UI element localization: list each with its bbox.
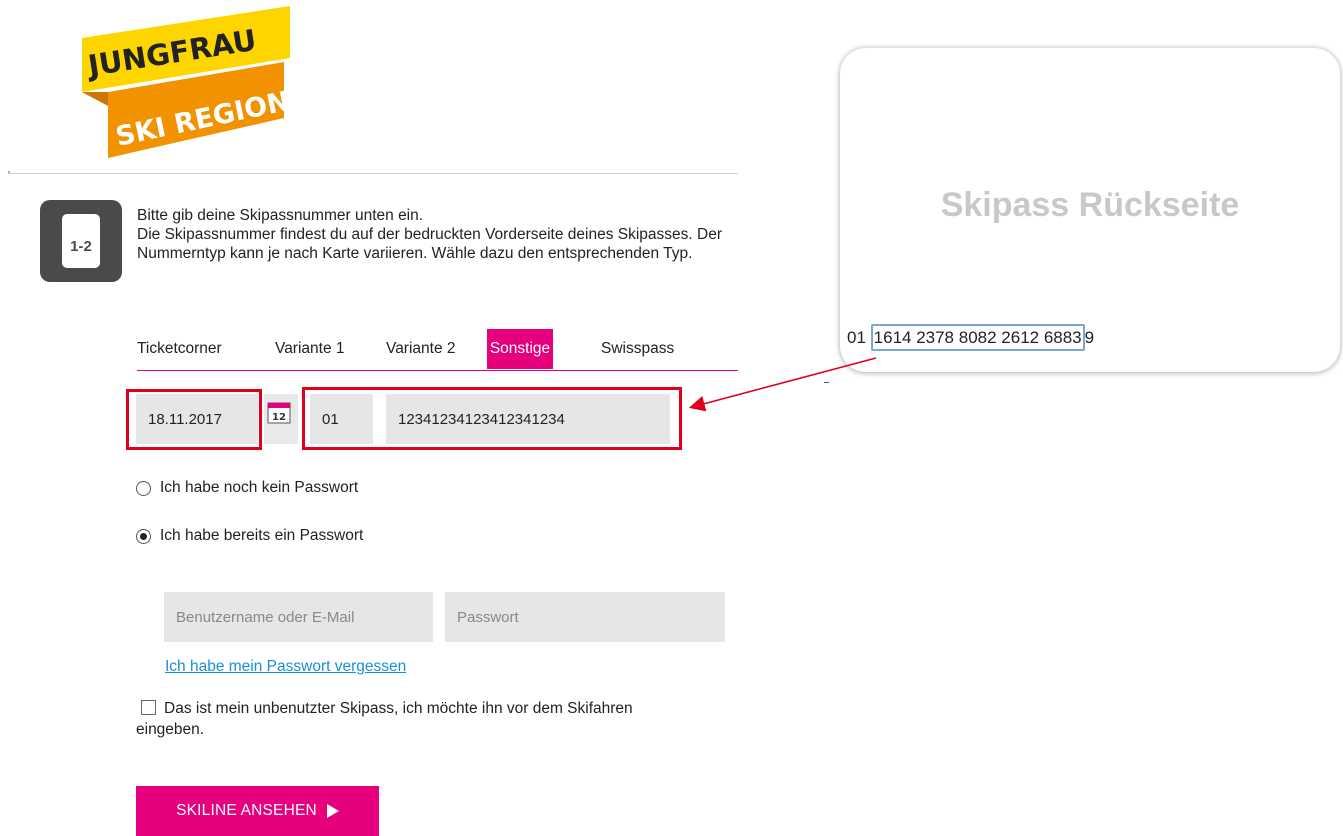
header-divider — [8, 173, 738, 174]
skipass-type-tabs: Ticketcorner Variante 1 Variante 2 Sonst… — [137, 329, 737, 373]
date-highlight-box — [126, 389, 262, 450]
tab-variante-2[interactable]: Variante 2 — [386, 329, 456, 369]
card-icon: 1-2 — [62, 214, 100, 268]
tab-underline — [137, 370, 738, 371]
card-number-prefix: 01 — [847, 328, 866, 347]
calendar-day: 12 — [272, 412, 286, 423]
radio-no-password-label: Ich habe noch kein Passwort — [160, 479, 359, 496]
card-number-highlight: 1614 2378 8082 2612 6883 — [870, 324, 1085, 351]
radio-has-password-label: Ich habe bereits ein Passwort — [160, 527, 364, 544]
step-label: 1-2 — [70, 238, 92, 255]
jungfrau-logo: JUNGFRAU SKI REGION — [78, 6, 292, 158]
card-number-suffix: 9 — [1084, 328, 1095, 347]
pointer-arrow-icon — [688, 357, 877, 412]
step-badge: 1-2 — [40, 200, 122, 282]
tab-swisspass[interactable]: Swisspass — [601, 329, 674, 369]
radio-has-password-circle[interactable] — [136, 528, 151, 544]
unused-skipass-label: Das ist mein unbenutzter Skipass, ich mö… — [136, 700, 633, 738]
submit-label: SKILINE ANSEHEN — [176, 802, 317, 819]
radio-no-password[interactable]: Ich habe noch kein Passwort — [136, 479, 358, 497]
skipass-back-card: Skipass Rückseite 01 1614 2378 8082 2612… — [840, 48, 1340, 372]
tab-sonstige[interactable]: Sonstige — [487, 329, 553, 369]
forgot-password-link[interactable]: Ich habe mein Passwort vergessen — [165, 658, 406, 676]
instructions-line1: Bitte gib deine Skipassnummer unten ein. — [137, 207, 424, 224]
radio-has-password[interactable]: Ich habe bereits ein Passwort — [136, 527, 363, 545]
skiline-submit-button[interactable]: SKILINE ANSEHEN — [136, 786, 379, 836]
play-arrow-icon — [326, 804, 339, 818]
password-input[interactable] — [445, 592, 725, 642]
instructions-line2: Die Skipassnummer findest du auf der bed… — [137, 226, 722, 262]
unused-skipass-checkbox[interactable] — [141, 700, 156, 715]
card-number: 01 1614 2378 8082 2612 6883 9 — [847, 324, 1095, 351]
tab-ticketcorner[interactable]: Ticketcorner — [137, 329, 222, 369]
number-highlight-box — [302, 387, 682, 450]
card-title: Skipass Rückseite — [940, 186, 1240, 224]
tab-variante-1[interactable]: Variante 1 — [275, 329, 345, 369]
unused-skipass-row: Das ist mein unbenutzter Skipass, ich mö… — [136, 698, 696, 740]
calendar-icon[interactable]: 12 — [267, 402, 291, 424]
username-input[interactable] — [164, 592, 433, 642]
radio-no-password-circle[interactable] — [136, 480, 151, 496]
instructions: Bitte gib deine Skipassnummer unten ein.… — [137, 206, 737, 263]
